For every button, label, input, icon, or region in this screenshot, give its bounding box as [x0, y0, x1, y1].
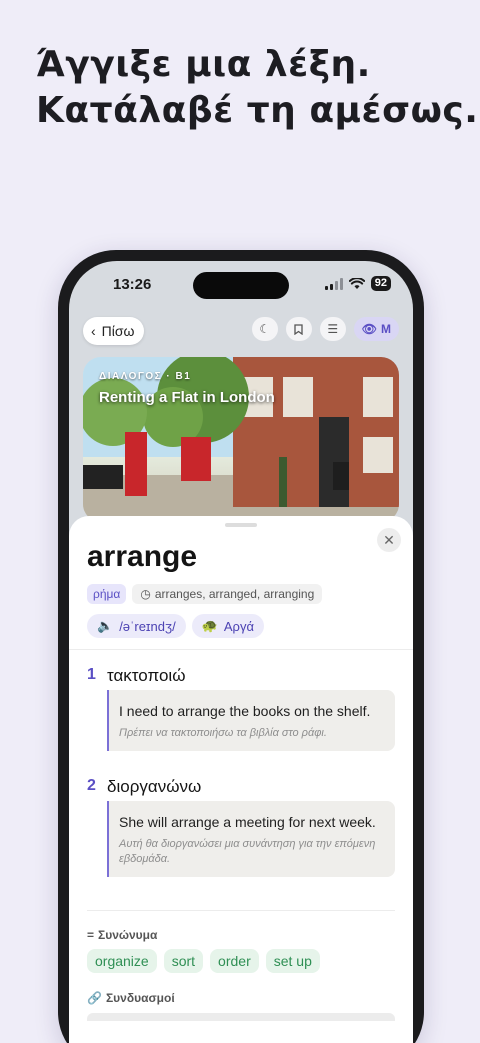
- example-greek: Αυτή θα διοργανώσει μια συνάντηση για τη…: [119, 838, 376, 865]
- wifi-icon: [348, 277, 365, 289]
- collocations-title: Συνδυασμοί: [105, 991, 175, 1005]
- ipa-text: /əˈreɪndʒ/: [119, 618, 176, 634]
- dark-mode-button[interactable]: ☾: [251, 317, 278, 341]
- top-bar: ‹ Πίσω ☾ ☰ 👁 M: [83, 317, 399, 345]
- close-icon: ✕: [383, 531, 395, 548]
- headline-line-1: Άγγιξε μια λέξη.: [36, 44, 371, 85]
- divider: [87, 910, 395, 911]
- sense-number: 2: [87, 777, 96, 794]
- slow-label: Αργά: [223, 618, 254, 634]
- dialogue-hero-card[interactable]: ΔΙΑΛΟΓΟΣ · B1 Renting a Flat in London: [83, 357, 399, 522]
- equals-icon: =: [87, 928, 95, 942]
- phone-frame: 13:26 92 ‹ Πίσω ☾ ☰ 👁 M ΔΙΑΛΟΓΟΣ · B1 Re…: [58, 250, 424, 1043]
- hero-title: Renting a Flat in London: [99, 389, 275, 406]
- status-time: 13:26: [113, 276, 152, 293]
- list-icon: ☰: [327, 322, 339, 336]
- synonyms-title: Συνώνυμα: [98, 928, 158, 942]
- back-label: Πίσω: [101, 323, 135, 339]
- moon-icon: ☾: [259, 322, 271, 336]
- sense-1: 1 τακτοποιώ I need to arrange the books …: [87, 666, 395, 756]
- hero-level-tag: ΔΙΑΛΟΓΟΣ · B1: [99, 371, 192, 382]
- turtle-icon: 🐢: [201, 618, 218, 633]
- clock-icon: ◷: [140, 587, 151, 601]
- sense-translation: διοργανώνω: [107, 777, 202, 796]
- mode-label: M: [381, 322, 391, 336]
- synonyms-header: = Συνώνυμα: [87, 928, 157, 942]
- phone-screen: 13:26 92 ‹ Πίσω ☾ ☰ 👁 M ΔΙΑΛΟΓΟΣ · B1 Re…: [69, 261, 413, 1043]
- bookmark-icon: [294, 323, 303, 335]
- signal-icon: [324, 277, 343, 290]
- synonym-chip[interactable]: organize: [87, 949, 157, 973]
- headline-line-2: Κατάλαβέ τη αμέσως.: [36, 90, 479, 131]
- link-icon: 🔗: [87, 991, 102, 1005]
- visibility-mode-button[interactable]: 👁 M: [353, 317, 399, 341]
- headline: Άγγιξε μια λέξη. Κατάλαβέ τη αμέσως.: [36, 42, 478, 134]
- bookmark-button[interactable]: [285, 317, 312, 341]
- word-forms-text: arranges, arranged, arranging: [154, 587, 315, 601]
- divider: [69, 649, 413, 650]
- sense-2: 2 διοργανώνω She will arrange a meeting …: [87, 777, 395, 887]
- eye-icon: 👁: [361, 322, 377, 336]
- headword: arrange: [87, 540, 198, 573]
- synonyms-list: organize sort order set up: [87, 949, 320, 973]
- status-icons: 92: [324, 276, 391, 291]
- part-of-speech-badge: ρήμα: [87, 584, 127, 604]
- sheet-grabber[interactable]: [225, 523, 257, 527]
- speaker-icon: 🔈: [97, 618, 114, 633]
- dynamic-island: [193, 272, 289, 299]
- collocations-card: [87, 1013, 395, 1021]
- example-box: I need to arrange the books on the shelf…: [107, 690, 395, 751]
- sense-translation: τακτοποιώ: [107, 666, 186, 685]
- list-button[interactable]: ☰: [319, 317, 346, 341]
- slow-playback-button[interactable]: 🐢 Αργά: [191, 614, 264, 638]
- word-meta: ρήμα ◷ arranges, arranged, arranging: [87, 584, 323, 604]
- chevron-left-icon: ‹: [91, 323, 96, 339]
- collocations-header: 🔗 Συνδυασμοί: [87, 991, 175, 1005]
- example-english: I need to arrange the books on the shelf…: [119, 703, 371, 719]
- synonym-chip[interactable]: set up: [265, 949, 320, 973]
- word-forms-badge: ◷ arranges, arranged, arranging: [132, 584, 323, 604]
- pronunciation-button[interactable]: 🔈 /əˈreɪndʒ/: [87, 614, 186, 638]
- close-button[interactable]: ✕: [377, 528, 401, 552]
- word-detail-sheet: ✕ arrange ρήμα ◷ arranges, arranged, arr…: [69, 516, 413, 1043]
- example-english: She will arrange a meeting for next week…: [119, 814, 376, 830]
- example-box: She will arrange a meeting for next week…: [107, 801, 395, 877]
- synonym-chip[interactable]: order: [210, 949, 259, 973]
- sense-number: 1: [87, 666, 96, 683]
- back-button[interactable]: ‹ Πίσω: [83, 317, 145, 345]
- pronunciation-row: 🔈 /əˈreɪndʒ/ 🐢 Αργά: [87, 614, 264, 638]
- synonym-chip[interactable]: sort: [163, 949, 204, 973]
- example-greek: Πρέπει να τακτοποιήσω τα βιβλία στο ράφι…: [119, 727, 327, 739]
- toolbar-actions: ☾ ☰ 👁 M: [251, 317, 399, 341]
- battery-icon: 92: [370, 276, 391, 291]
